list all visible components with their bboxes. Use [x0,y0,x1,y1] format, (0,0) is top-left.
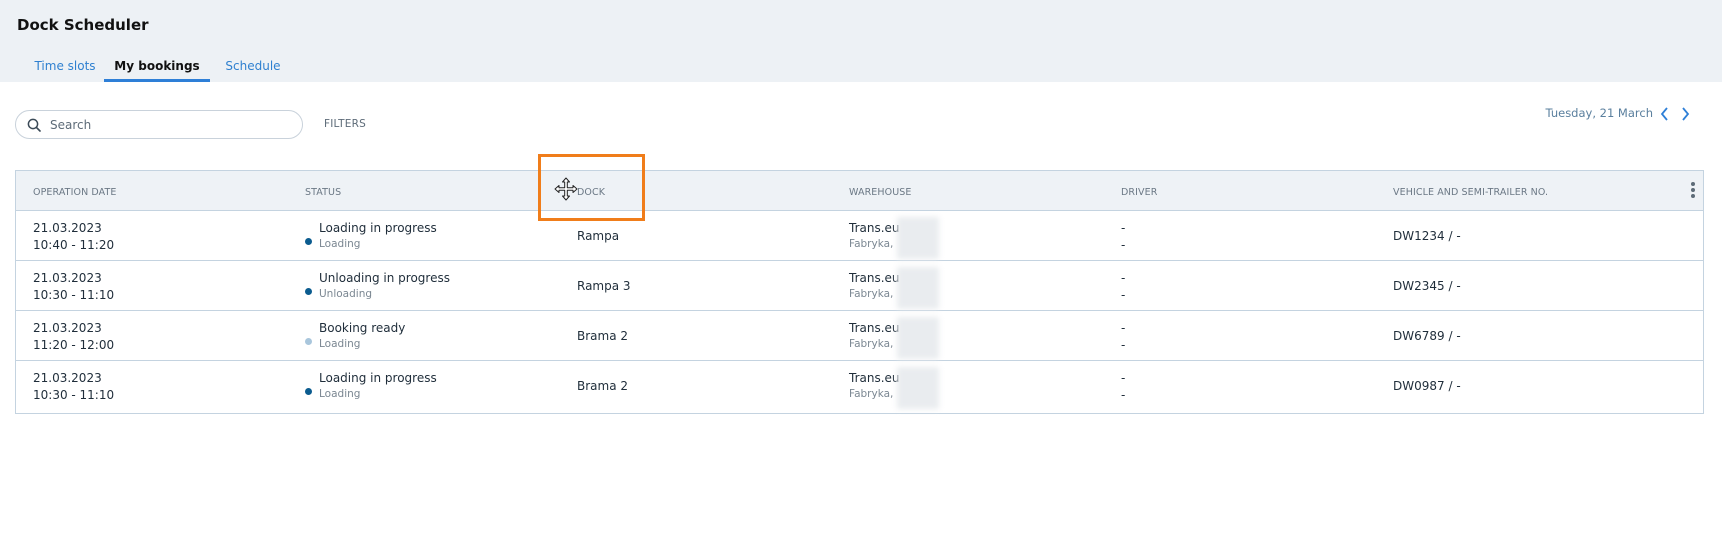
kebab-menu-icon[interactable] [1691,182,1695,200]
driver-phone: - [1121,288,1126,302]
operation-date: 21.03.2023 [33,271,102,285]
operation-date: 21.03.2023 [33,221,102,235]
tab-my-bookings[interactable]: My bookings [104,56,210,82]
vehicle-cell: DW2345 / - [1393,279,1461,293]
operation-date: 21.03.2023 [33,371,102,385]
column-header-driver[interactable]: DRIVER [1121,187,1157,198]
status-dot [305,388,312,395]
app-header: Dock Scheduler Time slots My bookings Sc… [0,0,1722,82]
page-title: Dock Scheduler [17,16,149,34]
warehouse-name: Trans.eu [849,371,900,385]
table-row[interactable]: 21.03.2023 10:30 - 11:10 Loading in prog… [16,361,1703,411]
filters-button[interactable]: FILTERS [324,118,366,130]
bookings-table: OPERATION DATE STATUS DOCK WAREHOUSE DRI… [15,170,1704,414]
operation-type: Loading [319,388,361,400]
tab-schedule[interactable]: Schedule [222,56,284,82]
driver-phone: - [1121,388,1126,402]
search-box[interactable] [15,110,303,139]
status-label: Loading in progress [319,221,437,235]
operation-type: Loading [319,238,361,250]
driver-name: - [1121,371,1126,385]
dock-cell: Brama 2 [577,379,629,393]
operation-time: 10:30 - 11:10 [33,388,115,402]
warehouse-city: Fabryka, [849,238,894,250]
search-input[interactable] [50,115,290,135]
driver-name: - [1121,271,1126,285]
column-header-operation-date[interactable]: OPERATION DATE [33,187,117,198]
redacted-area [897,267,939,309]
status-label: Loading in progress [319,371,437,385]
operation-time: 11:20 - 12:00 [33,338,115,352]
vehicle-cell: DW1234 / - [1393,229,1461,243]
operation-date: 21.03.2023 [33,321,102,335]
redacted-area [897,217,939,259]
chevron-left-icon[interactable] [1658,106,1672,122]
redacted-area [897,367,939,409]
warehouse-name: Trans.eu [849,221,900,235]
driver-phone: - [1121,338,1126,352]
status-dot [305,288,312,295]
table-row[interactable]: 21.03.2023 10:30 - 11:10 Unloading in pr… [16,261,1703,311]
warehouse-name: Trans.eu [849,321,900,335]
table-row[interactable]: 21.03.2023 11:20 - 12:00 Booking ready L… [16,311,1703,361]
current-date: Tuesday, 21 March [1545,106,1653,120]
dock-cell: Rampa 3 [577,279,631,293]
status-dot [305,238,312,245]
operation-time: 10:40 - 11:20 [33,238,115,252]
operation-type: Loading [319,338,361,350]
move-cursor-icon [554,177,578,201]
tab-time-slots[interactable]: Time slots [28,56,102,82]
warehouse-city: Fabryka, [849,338,894,350]
driver-name: - [1121,321,1126,335]
driver-name: - [1121,221,1126,235]
warehouse-name: Trans.eu [849,271,900,285]
driver-phone: - [1121,238,1126,252]
chevron-right-icon[interactable] [1678,106,1692,122]
date-navigator: Tuesday, 21 March [1422,106,1722,122]
table-row[interactable]: 21.03.2023 10:40 - 11:20 Loading in prog… [16,211,1703,261]
column-header-warehouse[interactable]: WAREHOUSE [849,187,911,198]
operation-type: Unloading [319,288,373,300]
status-label: Booking ready [319,321,406,335]
vehicle-cell: DW0987 / - [1393,379,1461,393]
redacted-area [897,317,939,359]
table-header: OPERATION DATE STATUS DOCK WAREHOUSE DRI… [16,171,1703,211]
warehouse-city: Fabryka, [849,388,894,400]
dock-cell: Brama 2 [577,329,629,343]
status-label: Unloading in progress [319,271,450,285]
vehicle-cell: DW6789 / - [1393,329,1461,343]
search-icon [27,118,41,132]
warehouse-city: Fabryka, [849,288,894,300]
status-dot [305,338,312,345]
operation-time: 10:30 - 11:10 [33,288,115,302]
column-header-vehicle[interactable]: VEHICLE AND SEMI-TRAILER NO. [1393,187,1548,198]
dock-cell: Rampa [577,229,620,243]
column-header-status[interactable]: STATUS [305,187,341,198]
